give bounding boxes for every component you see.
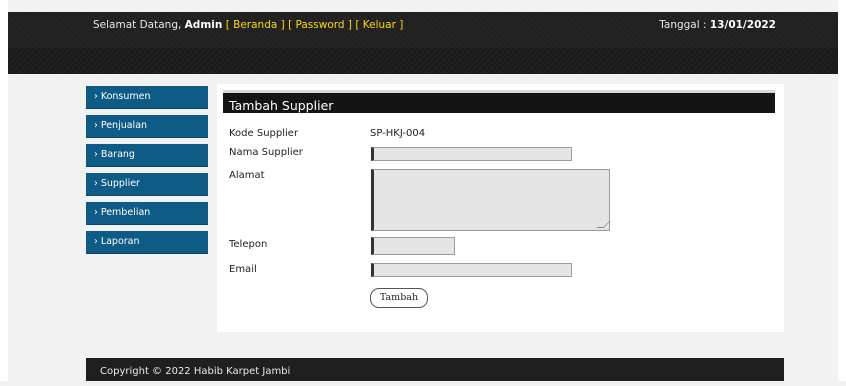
- sidebar-menu: › Konsumen › Penjualan › Barang › Suppli…: [86, 86, 208, 260]
- link-password-wrap: [ Password ]: [284, 19, 352, 31]
- alamat-label: Alamat: [229, 170, 265, 181]
- user-name: Admin: [184, 19, 223, 31]
- link-beranda[interactable]: Beranda: [233, 19, 277, 31]
- date-display: Tanggal : 13/01/2022: [659, 19, 776, 31]
- email-label: Email: [229, 264, 257, 275]
- email-input[interactable]: [371, 263, 572, 277]
- sidebar-item-konsumen[interactable]: › Konsumen: [86, 86, 208, 109]
- tambah-button[interactable]: Tambah: [370, 288, 428, 308]
- link-password[interactable]: Password: [296, 19, 345, 31]
- sidebar-item-laporan[interactable]: › Laporan: [86, 231, 208, 254]
- content-panel: Tambah Supplier Kode Supplier SP-HKJ-004…: [217, 84, 784, 332]
- alamat-textarea[interactable]: [371, 169, 611, 231]
- date-value: 13/01/2022: [709, 19, 776, 31]
- kode-supplier-value: SP-HKJ-004: [370, 128, 426, 139]
- sidebar-item-supplier[interactable]: › Supplier: [86, 173, 208, 196]
- welcome-prefix: Selamat Datang,: [93, 19, 182, 31]
- page-title: Tambah Supplier: [223, 90, 775, 113]
- copyright-text: Copyright © 2022 Habib Karpet Jambi: [100, 366, 291, 377]
- telepon-input[interactable]: [371, 237, 455, 255]
- link-keluar[interactable]: Keluar: [363, 19, 396, 31]
- telepon-label: Telepon: [229, 239, 268, 250]
- resize-grip-icon[interactable]: [596, 221, 611, 228]
- page-edge-left: [0, 0, 8, 381]
- kode-supplier-label: Kode Supplier: [229, 128, 299, 139]
- welcome-text: Selamat Datang, Admin [ Beranda ] [ Pass…: [93, 19, 403, 31]
- sidebar-item-pembelian[interactable]: › Pembelian: [86, 202, 208, 225]
- footer: Copyright © 2022 Habib Karpet Jambi: [86, 358, 784, 381]
- link-keluar-wrap: [ Keluar ]: [352, 19, 404, 31]
- header-band: [8, 48, 838, 74]
- sidebar-item-barang[interactable]: › Barang: [86, 144, 208, 167]
- nama-supplier-input[interactable]: [371, 147, 572, 161]
- link-beranda-wrap: [ Beranda ]: [225, 19, 285, 31]
- sidebar-item-penjualan[interactable]: › Penjualan: [86, 115, 208, 138]
- nama-supplier-label: Nama Supplier: [229, 147, 303, 158]
- page-edge-right: [838, 0, 846, 381]
- date-label: Tanggal :: [659, 19, 707, 31]
